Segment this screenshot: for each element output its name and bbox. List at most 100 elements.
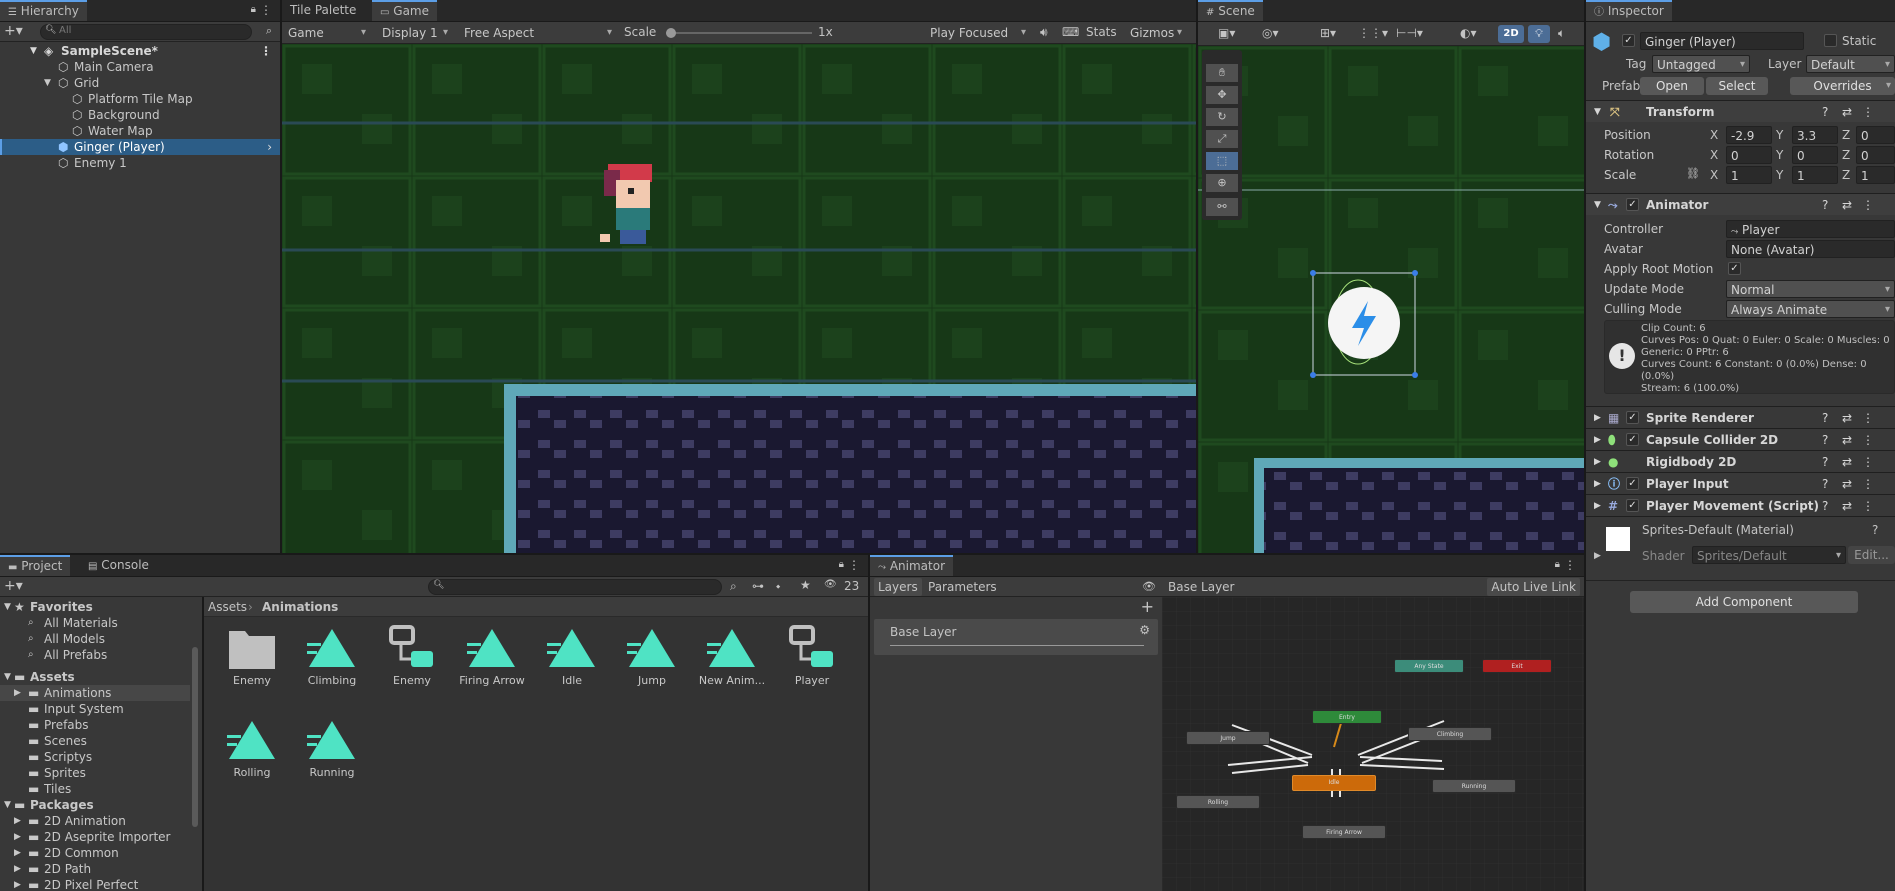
lock-icon[interactable]: 🔒︎: [1555, 559, 1560, 570]
player-movement-checkbox[interactable]: ✓: [1626, 499, 1639, 512]
foldout-arrow-icon[interactable]: ▶: [1594, 551, 1601, 561]
player-input-checkbox[interactable]: ✓: [1626, 477, 1639, 490]
animator-component-header[interactable]: ▼ ⤳ ✓ Animator ? ⇄ ⋮: [1586, 193, 1895, 215]
static-checkbox[interactable]: [1824, 34, 1837, 47]
controller-field[interactable]: ⤳ Player: [1726, 220, 1895, 238]
chevron-right-icon[interactable]: ▶: [14, 861, 21, 877]
chevron-right-icon[interactable]: ▶: [14, 829, 21, 845]
sprite-renderer-checkbox[interactable]: ✓: [1626, 411, 1639, 424]
tab-animator[interactable]: ⤳ Animator: [870, 555, 953, 576]
packages-header[interactable]: ▼ ▬ Packages: [0, 797, 200, 813]
shader-edit-button[interactable]: Edit...: [1848, 546, 1895, 564]
favorite-item[interactable]: ⌕ All Prefabs: [0, 647, 200, 663]
add-component-button[interactable]: Add Component: [1630, 591, 1858, 613]
add-layer-icon[interactable]: +: [1141, 597, 1154, 616]
help-icon[interactable]: ?: [1822, 473, 1828, 495]
avatar-field[interactable]: None (Avatar): [1726, 240, 1895, 258]
tab-console[interactable]: ▤ Console: [80, 555, 157, 576]
package-item[interactable]: ▶ ▬ 2D Path: [0, 861, 200, 877]
audio-toggle-icon[interactable]: 🔈︎: [1558, 26, 1565, 41]
aspect-dropdown[interactable]: Free Aspect: [458, 24, 616, 42]
component-menu-icon[interactable]: ⋮: [1862, 194, 1874, 216]
rolling-state-node[interactable]: Rolling: [1176, 795, 1260, 809]
tab-scene[interactable]: # Scene: [1198, 0, 1263, 21]
parameters-tab[interactable]: Parameters: [924, 578, 1001, 596]
preset-icon[interactable]: ⇄: [1842, 473, 1852, 495]
foldout-arrow-icon[interactable]: ▶: [1594, 495, 1601, 517]
component-menu-icon[interactable]: ⋮: [1862, 495, 1874, 517]
climbing-state-node[interactable]: Climbing: [1408, 727, 1492, 741]
rotate-tool-icon[interactable]: ↻: [1206, 108, 1238, 126]
preset-icon[interactable]: ⇄: [1842, 495, 1852, 517]
hierarchy-item-grid[interactable]: ▼ ⬡ Grid: [0, 75, 280, 91]
preset-icon[interactable]: ⇄: [1842, 429, 1852, 451]
material-name[interactable]: Sprites-Default (Material): [1642, 523, 1794, 537]
move-tool-icon[interactable]: ✥: [1206, 86, 1238, 104]
label-icon[interactable]: ⬩: [776, 579, 780, 594]
capsule-collider-checkbox[interactable]: ✓: [1626, 433, 1639, 446]
transform-header[interactable]: ▼ ⤧ Transform ? ⇄ ⋮: [1586, 100, 1895, 122]
folder-prefabs[interactable]: ▬ Prefabs: [0, 717, 200, 733]
mode-2d-button[interactable]: 2D: [1498, 25, 1524, 43]
help-icon[interactable]: ?: [1822, 101, 1828, 123]
player-movement-header[interactable]: ▶ # ✓ Player Movement (Script) ? ⇄ ⋮: [1586, 494, 1895, 516]
tab-project[interactable]: ▬ Project: [0, 555, 71, 576]
animation-clip[interactable]: Firing Arrow: [452, 625, 532, 687]
component-menu-icon[interactable]: ⋮: [1862, 451, 1874, 473]
tree-scrollbar[interactable]: [192, 647, 198, 827]
custom-tool-icon[interactable]: ⚯: [1206, 198, 1238, 216]
animator-enabled-checkbox[interactable]: ✓: [1626, 198, 1639, 211]
display-dropdown[interactable]: Display 1: [376, 24, 452, 42]
foldout-arrow-icon[interactable]: ▶: [1594, 473, 1601, 495]
chevron-right-icon[interactable]: ▶: [14, 845, 21, 861]
add-icon[interactable]: +▾: [4, 23, 23, 39]
lighting-icon[interactable]: 💡︎: [1528, 25, 1550, 43]
preset-icon[interactable]: ⇄: [1842, 101, 1852, 123]
help-icon[interactable]: ?: [1822, 429, 1828, 451]
package-item[interactable]: ▶ ▬ 2D Animation: [0, 813, 200, 829]
rotation-y-field[interactable]: 0: [1792, 146, 1838, 164]
position-x-field[interactable]: -2.9: [1726, 126, 1772, 144]
layer-dropdown[interactable]: Default: [1806, 55, 1895, 73]
help-icon[interactable]: ?: [1822, 451, 1828, 473]
help-icon[interactable]: ?: [1822, 407, 1828, 429]
lock-icon[interactable]: 🔒︎: [839, 559, 844, 570]
chevron-right-icon[interactable]: ▶: [14, 685, 21, 701]
component-menu-icon[interactable]: ⋮: [1862, 101, 1874, 123]
hierarchy-item-platform-tile-map[interactable]: ⬡ Platform Tile Map: [0, 91, 280, 107]
project-search-input[interactable]: 🔍︎: [428, 579, 722, 595]
animation-clip[interactable]: New Anim...: [692, 625, 772, 687]
help-icon[interactable]: ?: [1822, 495, 1828, 517]
animation-clip[interactable]: Rolling: [212, 717, 292, 779]
gizmos-dropdown[interactable]: Gizmos: [1124, 24, 1186, 42]
gear-icon[interactable]: ⚙: [1139, 623, 1150, 637]
rotation-x-field[interactable]: 0: [1726, 146, 1772, 164]
sprite-renderer-header[interactable]: ▶ ▦ ✓ Sprite Renderer ? ⇄ ⋮: [1586, 406, 1895, 428]
favorite-item[interactable]: ⌕ All Materials: [0, 615, 200, 631]
animator-controller[interactable]: Enemy: [372, 625, 452, 687]
stats-button[interactable]: Stats: [1086, 25, 1117, 39]
visibility-icon[interactable]: ◐▾: [1460, 26, 1477, 40]
expand-arrow-icon[interactable]: ▼: [30, 43, 37, 59]
object-name-field[interactable]: Ginger (Player): [1640, 32, 1804, 50]
foldout-arrow-icon[interactable]: ▶: [1594, 451, 1601, 473]
jump-state-node[interactable]: Jump: [1186, 731, 1270, 745]
search-options-icon[interactable]: ⌕: [266, 24, 272, 38]
audio-icon[interactable]: 🔊︎: [1040, 25, 1048, 40]
more-menu-icon[interactable]: ⋮: [260, 3, 272, 17]
preset-icon[interactable]: ⇄: [1842, 407, 1852, 429]
scale-z-field[interactable]: 1: [1856, 166, 1895, 184]
animation-clip[interactable]: Running: [292, 717, 372, 779]
scale-slider-handle[interactable]: [666, 28, 676, 38]
active-checkbox[interactable]: ✓: [1622, 34, 1635, 47]
animator-controller[interactable]: Player: [772, 625, 852, 687]
expand-arrow-icon[interactable]: ▼: [4, 669, 11, 685]
hierarchy-item-background[interactable]: ⬡ Background: [0, 107, 280, 123]
tab-inspector[interactable]: ⓘ Inspector: [1586, 0, 1672, 21]
tab-game[interactable]: ▭ Game: [372, 0, 438, 21]
layer-breadcrumb[interactable]: Base Layer: [1168, 577, 1235, 597]
preset-icon[interactable]: ⇄: [1842, 194, 1852, 216]
more-menu-icon[interactable]: ⋮: [848, 558, 860, 572]
animation-clip[interactable]: Climbing: [292, 625, 372, 687]
foldout-arrow-icon[interactable]: ▼: [1594, 194, 1601, 216]
